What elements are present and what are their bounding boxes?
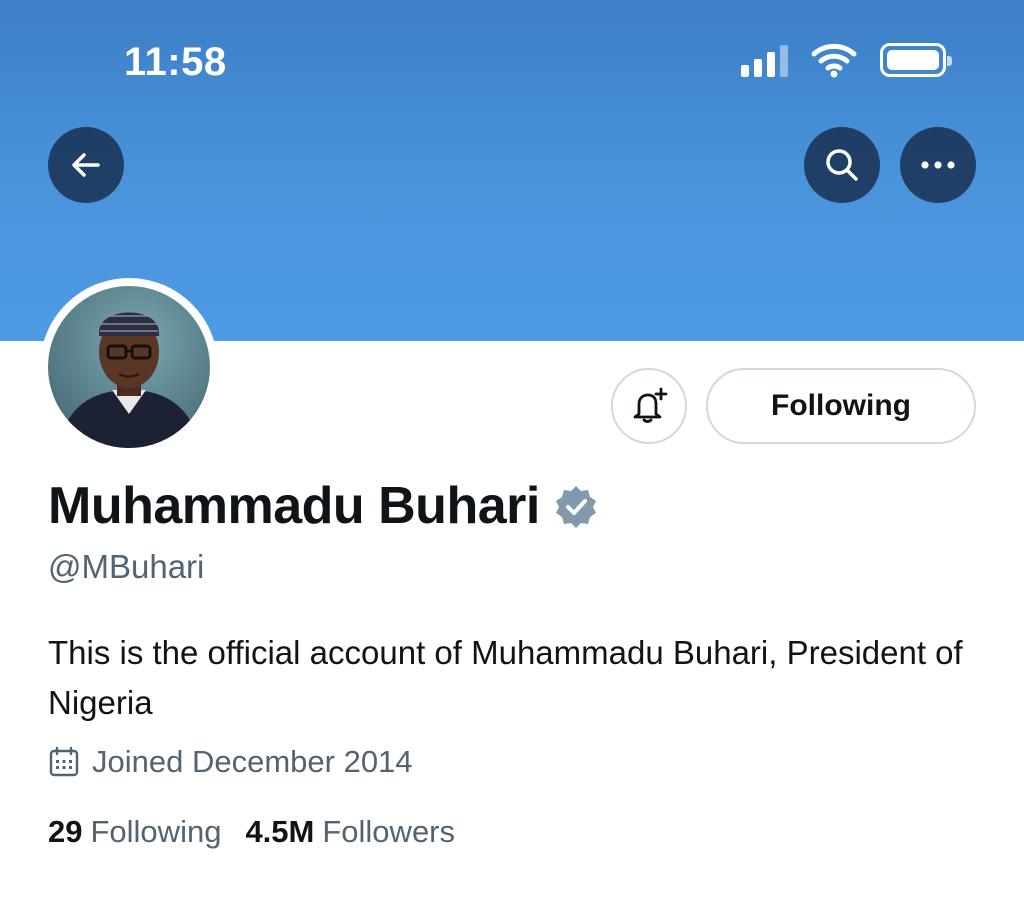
followers-stat[interactable]: 4.5M Followers bbox=[245, 814, 479, 850]
calendar-icon bbox=[49, 746, 79, 777]
following-button[interactable]: Following bbox=[706, 368, 976, 444]
following-count: 29 bbox=[48, 814, 83, 849]
following-stat[interactable]: 29 Following bbox=[48, 814, 245, 850]
follow-stats: 29 Following 4.5M Followers bbox=[48, 814, 479, 850]
display-name: Muhammadu Buhari bbox=[48, 477, 540, 535]
search-button[interactable] bbox=[804, 127, 880, 203]
battery-icon bbox=[880, 43, 952, 77]
status-icons bbox=[741, 42, 952, 78]
wifi-icon bbox=[811, 43, 857, 78]
followers-label: Followers bbox=[322, 814, 456, 849]
more-options-button[interactable] bbox=[900, 127, 976, 203]
cellular-signal-icon bbox=[741, 43, 788, 77]
back-arrow-icon bbox=[72, 153, 100, 177]
back-button[interactable] bbox=[48, 127, 124, 203]
joined-text: Joined December 2014 bbox=[92, 744, 413, 779]
profile-handle: @MBuhari bbox=[48, 548, 205, 585]
battery-level bbox=[887, 50, 939, 70]
search-icon bbox=[826, 149, 858, 181]
bell-add-icon bbox=[633, 387, 668, 423]
name-row: Muhammadu Buhari bbox=[48, 476, 598, 536]
followers-count: 4.5M bbox=[245, 814, 315, 849]
avatar[interactable] bbox=[40, 278, 218, 456]
joined-date: Joined December 2014 bbox=[48, 744, 413, 780]
profile-photo bbox=[58, 312, 200, 448]
profile-bio: This is the official account of Muhammad… bbox=[48, 634, 963, 721]
notifications-button[interactable] bbox=[611, 368, 687, 444]
more-options-icon bbox=[921, 161, 955, 169]
status-time: 11:58 bbox=[124, 40, 227, 84]
following-label: Following bbox=[90, 814, 222, 849]
verified-badge-icon bbox=[555, 486, 596, 528]
